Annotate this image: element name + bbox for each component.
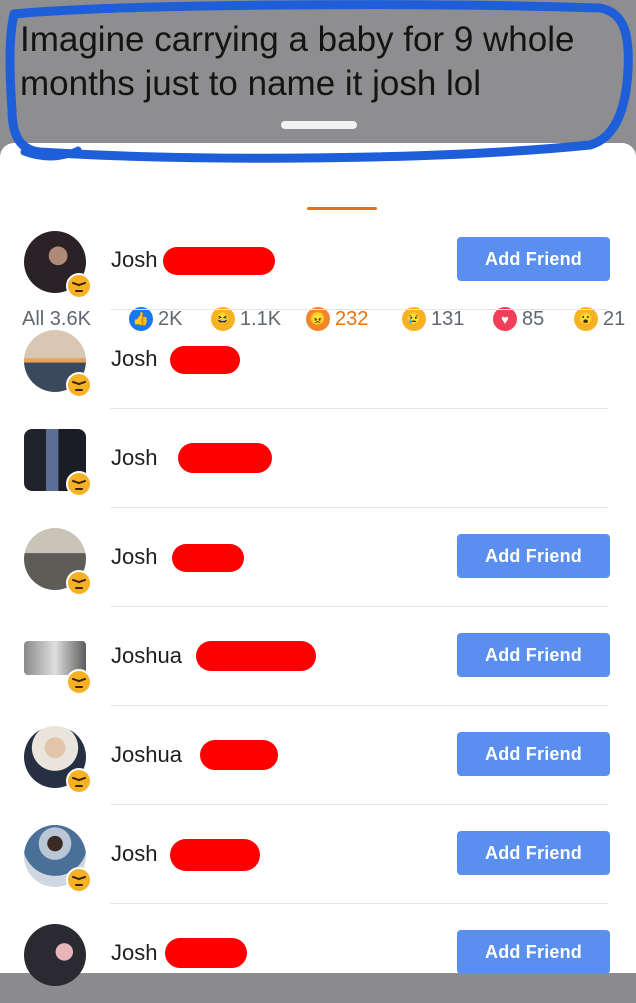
list-item[interactable]: Josh Add Friend: [0, 508, 636, 607]
angry-reaction-icon: [66, 570, 92, 596]
reaction-tabs: All 3.6K 👍 2K 😆 1.1K 😠 232 😢 131 ♥ 85 😮 …: [0, 143, 636, 331]
angry-reaction-icon: [66, 471, 92, 497]
person-name[interactable]: Joshua: [111, 742, 182, 768]
name-redaction: [165, 938, 247, 968]
name-redaction: [196, 641, 316, 671]
caption-line-2: months just to name it josh lol: [20, 64, 482, 103]
name-redaction: [170, 346, 240, 374]
avatar[interactable]: [24, 924, 86, 986]
name-redaction: [170, 839, 260, 871]
list-item[interactable]: Josh Add Friend: [0, 211, 636, 310]
add-friend-button[interactable]: Add Friend: [457, 237, 610, 281]
person-name[interactable]: Josh: [111, 445, 157, 471]
angry-reaction-icon: [66, 372, 92, 398]
add-friend-button[interactable]: Add Friend: [457, 534, 610, 578]
angry-reaction-icon: [66, 669, 92, 695]
list-item[interactable]: Joshua Add Friend: [0, 706, 636, 805]
list-item[interactable]: Josh Add Friend: [0, 805, 636, 904]
person-name[interactable]: Joshua: [111, 643, 182, 669]
list-item[interactable]: Joshua Add Friend: [0, 607, 636, 706]
person-name[interactable]: Josh: [111, 544, 157, 570]
sheet-grabber-handle[interactable]: [281, 121, 357, 129]
person-name[interactable]: Josh: [111, 841, 157, 867]
add-friend-button[interactable]: Add Friend: [457, 930, 610, 974]
name-redaction: [172, 544, 244, 572]
add-friend-button[interactable]: Add Friend: [457, 831, 610, 875]
name-redaction: [163, 247, 275, 275]
add-friend-button[interactable]: Add Friend: [457, 732, 610, 776]
name-redaction: [200, 740, 278, 770]
add-friend-button[interactable]: Add Friend: [457, 633, 610, 677]
caption-line-1: Imagine carrying a baby for 9 whole: [20, 20, 575, 59]
person-name[interactable]: Josh: [111, 940, 157, 966]
angry-reaction-icon: [66, 867, 92, 893]
person-name[interactable]: Josh: [111, 247, 157, 273]
list-item[interactable]: Josh Add Friend: [0, 904, 636, 1003]
meme-caption-area: Imagine carrying a baby for 9 whole mont…: [0, 0, 636, 160]
angry-reaction-icon: [66, 273, 92, 299]
person-name[interactable]: Josh: [111, 346, 157, 372]
list-item[interactable]: Josh: [0, 409, 636, 508]
active-tab-indicator: [307, 207, 377, 210]
name-redaction: [178, 443, 272, 473]
meme-caption: Imagine carrying a baby for 9 whole mont…: [20, 18, 620, 106]
list-item[interactable]: Josh: [0, 310, 636, 409]
angry-reaction-icon: [66, 768, 92, 794]
